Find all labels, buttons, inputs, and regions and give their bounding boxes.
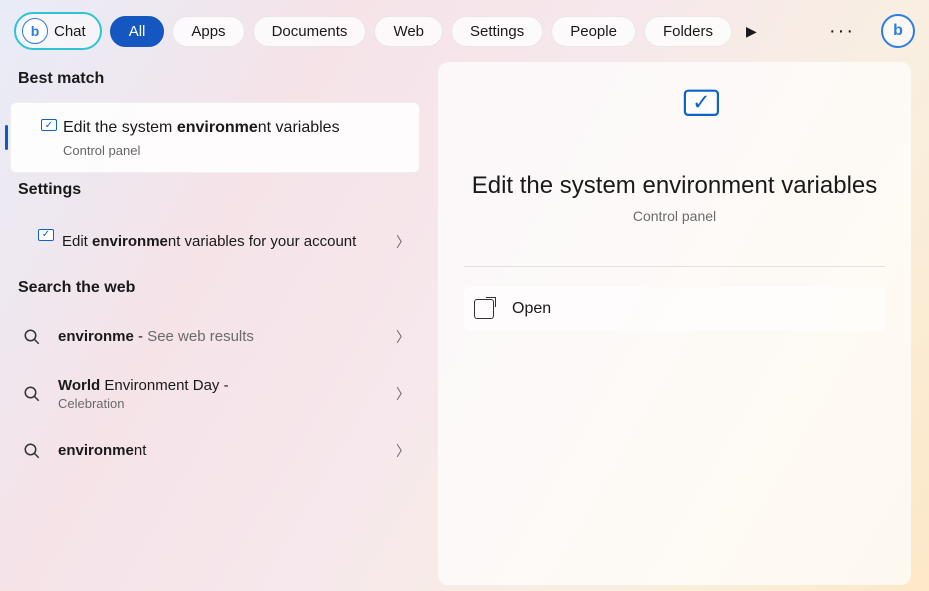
preview-title: Edit the system environment variables [472,172,878,200]
preview-subtitle: Control panel [633,208,716,224]
chevron-right-icon: 〉 [396,441,410,461]
more-tabs-icon[interactable]: ▶ [746,23,757,40]
tab-documents[interactable]: Documents [253,16,367,47]
search-icon [20,382,44,406]
best-match-title: Edit the system environment variables [63,117,340,139]
web-result[interactable]: environment 〉 [10,425,420,477]
filter-tab-bar: b Chat All Apps Documents Web Settings P… [0,0,929,62]
preview-panel: ✓ Edit the system environment variables … [438,62,911,585]
search-icon [20,439,44,463]
section-best-match: Best match [10,62,420,102]
web-result-title: environment [58,442,382,459]
web-result-title: World Environment Day - Celebration [58,377,382,411]
overflow-menu-button[interactable]: ··· [821,16,863,47]
search-icon [20,325,44,349]
tab-all[interactable]: All [110,16,165,47]
open-external-icon [474,299,494,319]
settings-result[interactable]: ✓ Edit environment variables for your ac… [10,213,420,271]
divider [464,266,885,267]
bing-icon: b [22,18,48,44]
web-result[interactable]: environme - See web results 〉 [10,311,420,363]
tab-folders[interactable]: Folders [644,16,732,47]
tab-web[interactable]: Web [374,16,443,47]
section-settings: Settings [10,173,420,213]
monitor-settings-icon: ✓ [23,125,51,147]
monitor-settings-icon: ✓ [20,235,48,257]
chat-button[interactable]: b Chat [14,12,102,50]
chevron-right-icon: 〉 [396,327,410,347]
settings-result-title: Edit environment variables for your acco… [62,233,382,250]
best-match-subtitle: Control panel [63,143,340,158]
chevron-right-icon: 〉 [396,232,410,252]
tab-people[interactable]: People [551,16,636,47]
chat-label: Chat [54,23,86,40]
tab-apps[interactable]: Apps [172,16,244,47]
web-result[interactable]: World Environment Day - Celebration 〉 [10,363,420,425]
bing-button[interactable]: b [881,14,915,48]
best-match-result[interactable]: ✓ Edit the system environment variables … [10,102,420,173]
open-action[interactable]: Open [464,287,885,331]
monitor-settings-icon: ✓ [644,103,706,151]
tab-settings[interactable]: Settings [451,16,543,47]
web-result-title: environme - See web results [58,328,382,345]
section-search-web: Search the web [10,271,420,311]
results-column: Best match ✓ Edit the system environment… [10,62,420,585]
open-action-label: Open [512,300,551,318]
chevron-right-icon: 〉 [396,384,410,404]
